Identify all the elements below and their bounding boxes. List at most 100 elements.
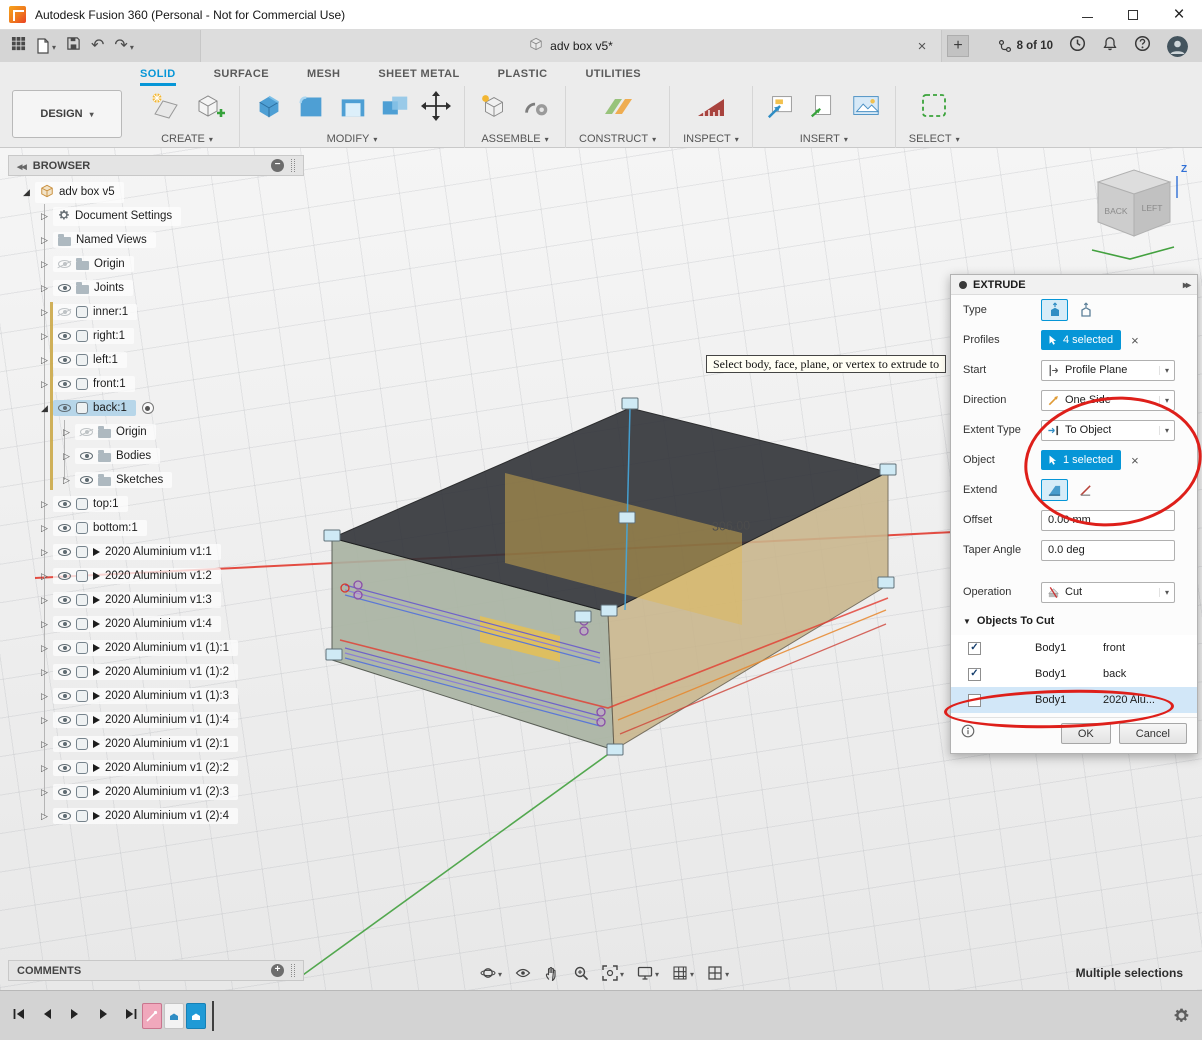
version-indicator[interactable]: 8 of 10 xyxy=(998,39,1053,53)
timeline-extrude-feature-selected[interactable] xyxy=(186,1003,206,1029)
browser-item-pill[interactable]: Named Views xyxy=(53,232,156,248)
tab-close-button[interactable] xyxy=(913,37,931,55)
help-icon[interactable] xyxy=(1134,35,1151,57)
info-icon[interactable] xyxy=(961,724,975,743)
browser-item-front[interactable]: front:1 xyxy=(8,372,304,396)
panel-grip-handle[interactable] xyxy=(291,964,295,977)
ok-button[interactable]: OK xyxy=(1061,723,1111,744)
timeline-position-marker[interactable] xyxy=(212,1001,214,1031)
expand-icon[interactable] xyxy=(38,595,51,606)
browser-item-top[interactable]: top:1 xyxy=(8,492,304,516)
zoom-button[interactable] xyxy=(573,965,589,981)
visibility-eye-icon[interactable] xyxy=(58,500,71,508)
browser-item-aluminium[interactable]: 2020 Aluminium v1 (2):3 xyxy=(8,780,304,804)
browser-item-back[interactable]: back:1 xyxy=(8,396,304,420)
browser-item-pill[interactable]: 2020 Aluminium v1:3 xyxy=(53,592,221,608)
fillet-icon[interactable] xyxy=(295,91,327,126)
browser-root-item[interactable]: adv box v5 xyxy=(8,180,304,204)
browser-item-pill[interactable]: Origin xyxy=(75,424,156,440)
expand-icon[interactable] xyxy=(60,451,73,462)
cancel-button[interactable]: Cancel xyxy=(1119,723,1187,744)
start-dropdown[interactable]: Profile Plane xyxy=(1041,360,1175,381)
browser-item-pill[interactable]: 2020 Aluminium v1:2 xyxy=(53,568,221,584)
clear-object-button[interactable] xyxy=(1131,454,1139,467)
visibility-eye-icon[interactable] xyxy=(58,284,71,292)
object-selected-chip[interactable]: 1 selected xyxy=(1041,450,1121,470)
expand-icon[interactable] xyxy=(20,187,33,198)
browser-item-pill[interactable]: 2020 Aluminium v1 (2):4 xyxy=(53,808,238,824)
checkbox-checked[interactable]: ✓ xyxy=(968,642,981,655)
expand-icon[interactable] xyxy=(38,211,51,222)
visibility-eye-icon[interactable] xyxy=(58,764,71,772)
expand-icon[interactable] xyxy=(38,499,51,510)
comments-add-icon[interactable]: + xyxy=(271,964,284,977)
visibility-eye-icon[interactable] xyxy=(58,524,71,532)
extrude-type-solid-button[interactable] xyxy=(1041,299,1068,321)
objects-to-cut-row[interactable]: ✓Body1front xyxy=(951,635,1197,661)
viewports-button[interactable] xyxy=(707,964,729,982)
visibility-eye-icon[interactable] xyxy=(80,452,93,460)
step-back-button[interactable] xyxy=(40,1007,54,1026)
expand-icon[interactable] xyxy=(38,691,51,702)
direction-dropdown[interactable]: One Side xyxy=(1041,390,1175,411)
fit-button[interactable] xyxy=(602,964,624,982)
pan-button[interactable] xyxy=(544,965,560,981)
assemble-dropdown[interactable]: ASSEMBLE xyxy=(481,129,548,148)
press-pull-icon[interactable] xyxy=(253,91,285,126)
browser-item-pill[interactable]: top:1 xyxy=(53,496,128,512)
visibility-eye-icon[interactable] xyxy=(58,788,71,796)
job-status-icon[interactable] xyxy=(1069,35,1086,57)
expand-icon[interactable] xyxy=(38,619,51,630)
design-workspace-dropdown[interactable]: DESIGN xyxy=(12,90,122,138)
objects-to-cut-row[interactable]: ✓Body1back xyxy=(951,661,1197,687)
browser-item-pill[interactable]: 2020 Aluminium v1 (1):2 xyxy=(53,664,238,680)
insert-svg-icon[interactable] xyxy=(766,91,798,126)
expand-icon[interactable] xyxy=(38,283,51,294)
visibility-eye-icon[interactable] xyxy=(80,476,93,484)
tab-surface[interactable]: SURFACE xyxy=(214,62,269,86)
browser-item-pill[interactable]: left:1 xyxy=(53,352,127,368)
insert-dropdown[interactable]: INSERT xyxy=(800,129,848,148)
visibility-eye-icon[interactable] xyxy=(58,332,71,340)
browser-item-pill[interactable]: 2020 Aluminium v1 (2):2 xyxy=(53,760,238,776)
construction-plane-icon[interactable] xyxy=(601,91,635,126)
new-tab-button[interactable] xyxy=(947,35,969,57)
visibility-eye-icon[interactable] xyxy=(58,380,71,388)
create-dropdown[interactable]: CREATE xyxy=(161,129,213,148)
modify-dropdown[interactable]: MODIFY xyxy=(327,129,378,148)
visibility-eye-icon[interactable] xyxy=(58,356,71,364)
expand-icon[interactable] xyxy=(38,331,51,342)
file-menu-button[interactable] xyxy=(36,37,56,55)
close-button[interactable] xyxy=(1156,0,1202,29)
browser-item-back-bodies[interactable]: Bodies xyxy=(8,444,304,468)
browser-item-origin[interactable]: Origin xyxy=(8,252,304,276)
browser-item-aluminium[interactable]: 2020 Aluminium v1 (1):4 xyxy=(8,708,304,732)
browser-item-bottom[interactable]: bottom:1 xyxy=(8,516,304,540)
extent-type-dropdown[interactable]: To Object xyxy=(1041,420,1175,441)
browser-item-pill[interactable]: 2020 Aluminium v1 (1):4 xyxy=(53,712,238,728)
browser-root-pill[interactable]: adv box v5 xyxy=(35,182,124,203)
visibility-eye-icon[interactable] xyxy=(58,668,71,676)
browser-item-aluminium[interactable]: 2020 Aluminium v1:2 xyxy=(8,564,304,588)
browser-item-aluminium[interactable]: 2020 Aluminium v1:3 xyxy=(8,588,304,612)
inspect-dropdown[interactable]: INSPECT xyxy=(683,129,739,148)
panel-minus-icon[interactable]: − xyxy=(271,159,284,172)
browser-item-pill[interactable]: front:1 xyxy=(53,376,135,392)
checkbox-checked[interactable]: ✓ xyxy=(968,668,981,681)
grid-snaps-button[interactable] xyxy=(672,964,694,982)
browser-item-back-origin[interactable]: Origin xyxy=(8,420,304,444)
redo-button[interactable]: ↷ xyxy=(114,38,133,54)
expand-icon[interactable] xyxy=(38,403,51,414)
notifications-bell-icon[interactable] xyxy=(1102,36,1118,57)
browser-item-aluminium[interactable]: 2020 Aluminium v1 (1):2 xyxy=(8,660,304,684)
browser-item-aluminium[interactable]: 2020 Aluminium v1:4 xyxy=(8,612,304,636)
tab-utilities[interactable]: UTILITIES xyxy=(585,62,641,86)
profiles-selected-chip[interactable]: 4 selected xyxy=(1041,330,1121,350)
extend-to-body-button[interactable] xyxy=(1072,479,1099,501)
browser-item-aluminium[interactable]: 2020 Aluminium v1 (1):1 xyxy=(8,636,304,660)
browser-item-left[interactable]: left:1 xyxy=(8,348,304,372)
browser-item-pill[interactable]: Joints xyxy=(53,280,133,296)
browser-item-pill[interactable]: Bodies xyxy=(75,448,160,464)
expand-icon[interactable] xyxy=(38,523,51,534)
shell-icon[interactable] xyxy=(337,91,369,126)
